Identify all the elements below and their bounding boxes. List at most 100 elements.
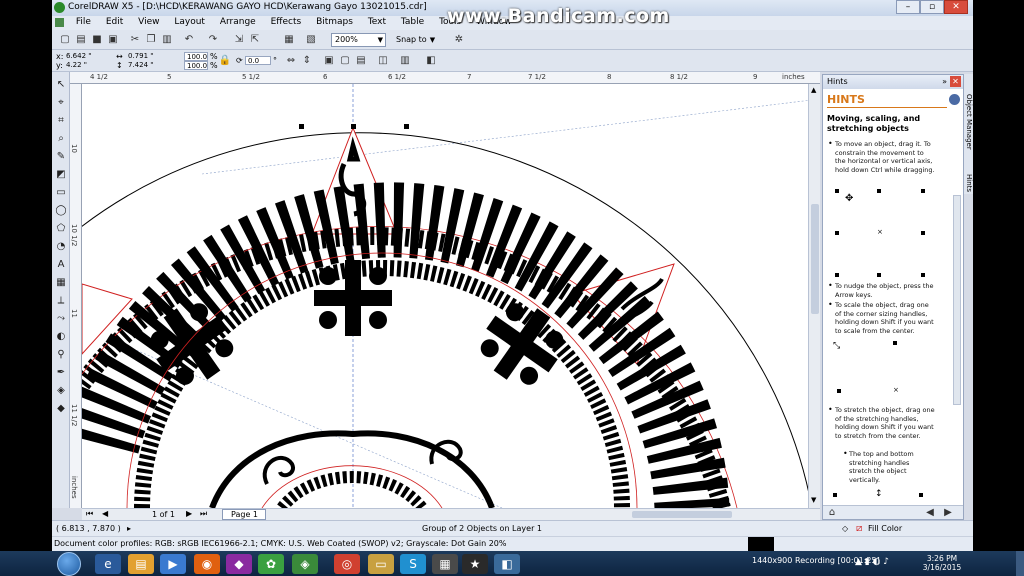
- previous-page-icon[interactable]: ◀: [102, 509, 108, 518]
- ie-icon[interactable]: e: [95, 554, 121, 574]
- import-icon[interactable]: ⇲: [232, 33, 246, 47]
- system-clock[interactable]: 3:26 PM 3/16/2015: [920, 554, 964, 572]
- start-button[interactable]: [57, 552, 81, 576]
- redo-icon[interactable]: ↷: [206, 33, 220, 47]
- color-profiles-text[interactable]: Document color profiles: RGB: sRGB IEC61…: [54, 539, 507, 548]
- skype-icon[interactable]: S: [400, 554, 426, 574]
- smart-fill-icon[interactable]: ◩: [54, 168, 68, 182]
- horizontal-ruler[interactable]: 4 1/2 5 5 1/2 6 6 1/2 7 7 1/2 8 8 1/2 9 …: [70, 72, 820, 84]
- mirror-vertical-icon[interactable]: ⇕: [300, 54, 314, 68]
- firefox-icon[interactable]: ◉: [194, 554, 220, 574]
- height-field[interactable]: 7.424 ": [126, 61, 172, 70]
- cross-motif-center[interactable]: [314, 260, 392, 336]
- scroll-up-icon[interactable]: ▲: [811, 86, 816, 94]
- interactive-fill-icon[interactable]: ◆: [54, 402, 68, 416]
- blend-tool-icon[interactable]: ◐: [54, 330, 68, 344]
- selection-handle[interactable]: [404, 124, 409, 129]
- docker-back-icon[interactable]: ◀: [923, 506, 937, 520]
- group-icon[interactable]: ▣: [322, 54, 336, 68]
- last-page-icon[interactable]: ⏭: [200, 509, 207, 519]
- vertical-ruler[interactable]: 10 10 1/2 11 11 1/2 inches: [70, 84, 82, 508]
- menu-text[interactable]: Text: [362, 16, 392, 28]
- drawing-canvas[interactable]: [82, 84, 820, 508]
- document-icon[interactable]: [55, 18, 64, 27]
- horizontal-scroll-thumb[interactable]: [632, 511, 732, 518]
- print-icon[interactable]: ▣: [106, 33, 120, 47]
- maximize-button[interactable]: ▫: [920, 0, 944, 14]
- copy-icon[interactable]: ❐: [144, 33, 158, 47]
- app-icon[interactable]: ◆: [226, 554, 252, 574]
- paste-icon[interactable]: ▥: [160, 33, 174, 47]
- scroll-down-icon[interactable]: ▼: [811, 496, 816, 504]
- text-tool-icon[interactable]: A: [54, 258, 68, 272]
- docker-home-icon[interactable]: ⌂: [825, 506, 839, 520]
- docker-scrollbar[interactable]: [953, 195, 961, 405]
- app-icon[interactable]: ◈: [292, 554, 318, 574]
- new-icon[interactable]: ▢: [58, 33, 72, 47]
- polygon-tool-icon[interactable]: ⬠: [54, 222, 68, 236]
- app-icon[interactable]: ◧: [494, 554, 520, 574]
- menu-effects[interactable]: Effects: [265, 16, 308, 28]
- vertical-scroll-thumb[interactable]: [811, 204, 819, 314]
- eyedropper-tool-icon[interactable]: ⚲: [54, 348, 68, 362]
- hints-options-icon[interactable]: [949, 94, 960, 105]
- zoom-level-select[interactable]: 200% ▼: [331, 33, 386, 47]
- star-app-icon[interactable]: ★: [462, 554, 488, 574]
- vertical-scrollbar[interactable]: ▲ ▼: [808, 84, 820, 508]
- snap-to-dropdown[interactable]: Snap to ▼: [396, 35, 435, 44]
- minimize-button[interactable]: –: [896, 0, 920, 14]
- menu-edit[interactable]: Edit: [100, 16, 129, 28]
- width-field[interactable]: 0.791 ": [126, 52, 172, 61]
- lock-ratio-icon[interactable]: 🔒: [218, 54, 232, 68]
- innermost-band[interactable]: [277, 471, 427, 508]
- kerawang-ornament[interactable]: [82, 84, 820, 508]
- folder-icon[interactable]: ▭: [368, 554, 394, 574]
- app-icon[interactable]: ▦: [432, 554, 458, 574]
- align-icon[interactable]: ▥: [398, 54, 412, 68]
- zoom-tool-icon[interactable]: ⌕: [54, 132, 68, 146]
- selection-handle[interactable]: [299, 124, 304, 129]
- cut-icon[interactable]: ✂: [128, 33, 142, 47]
- next-page-icon[interactable]: ▶: [186, 509, 192, 518]
- show-desktop-button[interactable]: [1016, 551, 1024, 576]
- outline-tool-icon[interactable]: ✒: [54, 366, 68, 380]
- fill-tool-icon[interactable]: ◈: [54, 384, 68, 398]
- first-page-icon[interactable]: ⏮: [86, 509, 93, 519]
- freehand-tool-icon[interactable]: ✎: [54, 150, 68, 164]
- tab-object-manager[interactable]: Object Manager: [964, 94, 973, 150]
- explorer-icon[interactable]: ▤: [128, 554, 154, 574]
- inner-swirl-left[interactable]: [262, 456, 295, 485]
- to-front-icon[interactable]: ◧: [424, 54, 438, 68]
- save-icon[interactable]: ■: [90, 33, 104, 47]
- menu-table[interactable]: Table: [395, 16, 430, 28]
- chrome-icon[interactable]: ◎: [334, 554, 360, 574]
- table-tool-icon[interactable]: ▦: [54, 276, 68, 290]
- combine-icon[interactable]: ◫: [376, 54, 390, 68]
- menu-arrange[interactable]: Arrange: [214, 16, 262, 28]
- inner-swirl-arc[interactable]: [209, 430, 495, 508]
- collapse-docker-icon[interactable]: »: [942, 77, 947, 86]
- shape-tool-icon[interactable]: ⌖: [54, 96, 68, 110]
- ungroup-icon[interactable]: ▢: [338, 54, 352, 68]
- docker-header[interactable]: Hints » ✕: [823, 75, 963, 89]
- ungroup-all-icon[interactable]: ▤: [354, 54, 368, 68]
- menu-layout[interactable]: Layout: [168, 16, 211, 28]
- connector-tool-icon[interactable]: ⤳: [54, 312, 68, 326]
- undo-icon[interactable]: ↶: [182, 33, 196, 47]
- menu-bitmaps[interactable]: Bitmaps: [310, 16, 359, 28]
- close-button[interactable]: ✕: [944, 0, 968, 14]
- x-position-field[interactable]: 6.642 ": [64, 52, 112, 61]
- tab-hints[interactable]: Hints: [964, 174, 973, 192]
- diagonal-guideline[interactable]: [201, 98, 820, 175]
- export-icon[interactable]: ⇱: [248, 33, 262, 47]
- ellipse-tool-icon[interactable]: ◯: [54, 204, 68, 218]
- menu-view[interactable]: View: [132, 16, 165, 28]
- open-icon[interactable]: ▤: [74, 33, 88, 47]
- mirror-horizontal-icon[interactable]: ⇔: [284, 54, 298, 68]
- system-tray[interactable]: ▲ ▮ ◐ ♪: [855, 557, 889, 567]
- application-launcher-icon[interactable]: ▦: [282, 33, 296, 47]
- media-icon[interactable]: ▶: [160, 554, 186, 574]
- y-position-field[interactable]: 4.22 ": [64, 61, 112, 70]
- coreldraw-task-icon[interactable]: ✿: [258, 554, 284, 574]
- docker-forward-icon[interactable]: ▶: [941, 506, 955, 520]
